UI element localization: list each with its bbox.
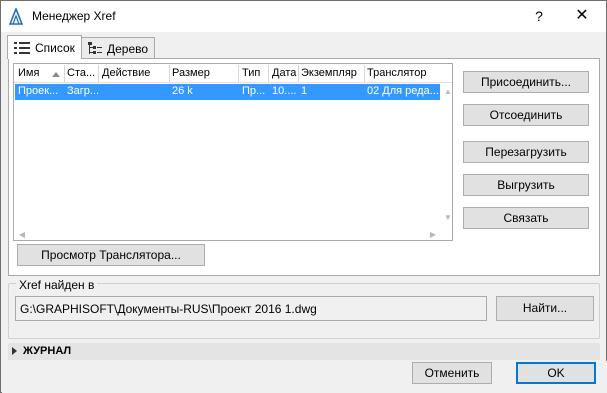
column-divider[interactable] (98, 65, 99, 82)
xref-path-field[interactable]: G:\GRAPHISOFT\Документы-RUS\Проект 2016 … (15, 296, 487, 321)
app-logo-icon (9, 8, 23, 25)
tree-icon (88, 42, 102, 54)
column-date[interactable]: Дата (272, 67, 296, 79)
found-in-legend: Xref найден в (16, 278, 98, 292)
detach-button[interactable]: Отсоединить (463, 104, 589, 126)
column-action[interactable]: Действие (102, 67, 150, 79)
column-name[interactable]: Имя (18, 67, 39, 79)
attach-button[interactable]: Присоединить... (463, 71, 589, 93)
unload-button[interactable]: Выгрузить (463, 174, 589, 196)
reload-button[interactable]: Перезагрузить (463, 141, 589, 163)
column-divider[interactable] (238, 65, 239, 82)
scroll-up-icon[interactable]: ▲ (443, 87, 452, 97)
bind-button[interactable]: Связать (463, 207, 589, 229)
scroll-down-icon[interactable]: ▼ (443, 213, 452, 223)
column-divider[interactable] (268, 65, 269, 82)
column-size[interactable]: Размер (172, 67, 210, 79)
column-translator[interactable]: Транслятор (367, 67, 426, 79)
ok-button[interactable]: OK (516, 362, 596, 384)
tab-tree-label: Дерево (107, 41, 149, 56)
dialog-footer: Отменить OK (2, 361, 607, 393)
cell-name: Проек... (18, 85, 59, 97)
horizontal-scrollbar[interactable]: ◀ ▶ (14, 229, 442, 240)
list-tab-panel: Имя Ста... Действие Размер Тип Дата Экзе… (8, 58, 600, 276)
tab-list-label: Список (35, 40, 75, 55)
table-row[interactable]: Проек... Загр... 26 k Пр... 10.... 1 02 … (15, 84, 440, 100)
column-status[interactable]: Ста... (67, 67, 95, 79)
journal-section[interactable]: ЖУРНАЛ (8, 343, 600, 360)
close-button[interactable]: ✕ (571, 6, 593, 26)
column-divider[interactable] (364, 65, 365, 82)
cancel-button[interactable]: Отменить (412, 362, 492, 384)
scroll-left-icon[interactable]: ◀ (17, 230, 27, 240)
list-header: Имя Ста... Действие Размер Тип Дата Экзе… (14, 64, 452, 83)
cell-instance: 1 (301, 85, 308, 97)
column-divider[interactable] (64, 65, 65, 82)
vertical-scrollbar[interactable]: ▲ ▼ (442, 83, 452, 224)
sort-ascending-icon (52, 72, 60, 77)
column-divider[interactable] (298, 65, 299, 82)
find-button[interactable]: Найти... (496, 296, 594, 321)
scroll-right-icon[interactable]: ▶ (428, 230, 438, 240)
tab-tree[interactable]: Дерево (81, 37, 156, 59)
cell-type: Пр... (242, 85, 266, 97)
cell-status: Загр... (67, 85, 99, 97)
translator-preview-button[interactable]: Просмотр Транслятора... (17, 244, 205, 266)
cell-size: 26 k (172, 85, 193, 97)
expand-arrow-icon[interactable] (12, 347, 17, 355)
xref-manager-dialog: Менеджер Xref ? ✕ Список Дерево Имя Ста.… (0, 0, 607, 393)
tab-list[interactable]: Список (7, 35, 82, 59)
column-instance[interactable]: Экземпляр (301, 67, 357, 79)
window-title: Менеджер Xref (32, 9, 116, 23)
xref-list[interactable]: Имя Ста... Действие Размер Тип Дата Экзе… (13, 63, 453, 241)
list-icon (14, 41, 30, 54)
title-bar: Менеджер Xref ? ✕ (1, 1, 606, 32)
column-divider[interactable] (169, 65, 170, 82)
journal-label: ЖУРНАЛ (23, 345, 72, 357)
cell-date: 10.... (272, 85, 297, 97)
column-type[interactable]: Тип (242, 67, 260, 79)
help-button[interactable]: ? (531, 6, 547, 26)
cell-translator: 02 Для реда... (367, 85, 439, 97)
